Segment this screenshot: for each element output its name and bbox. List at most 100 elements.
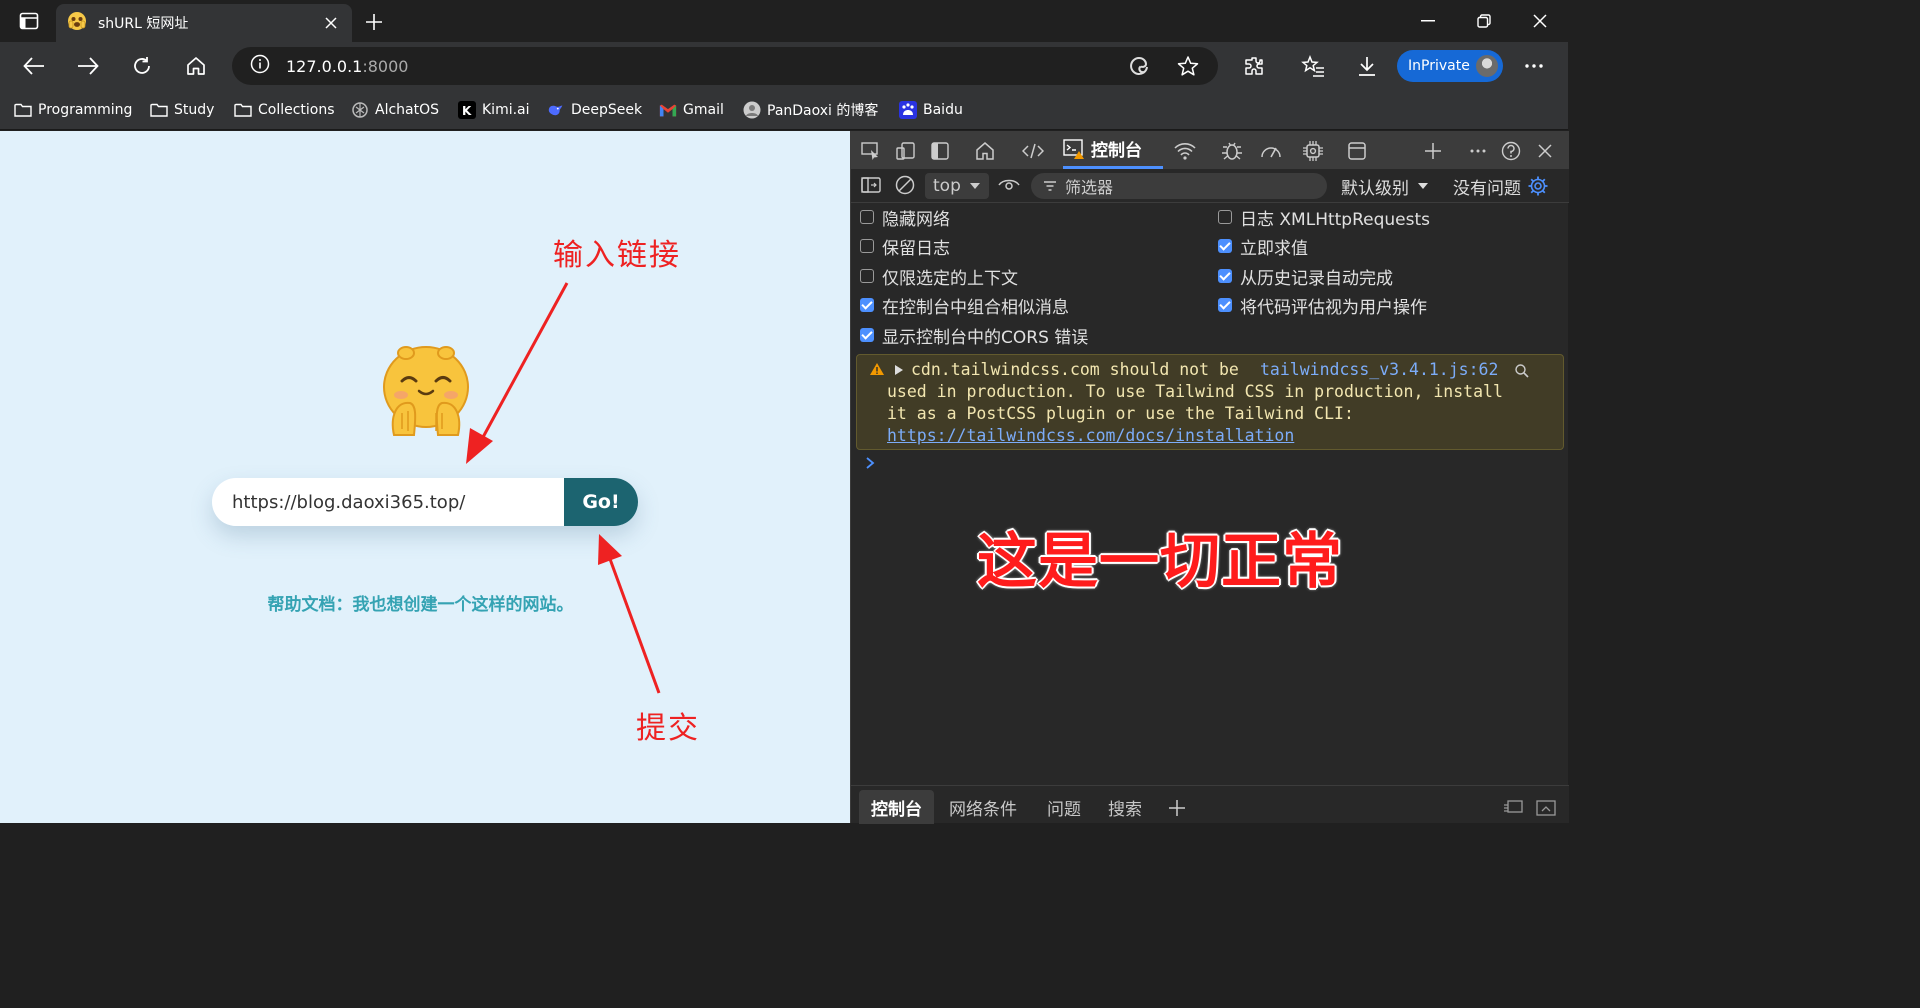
arrow-to-go [608,558,661,694]
bookmark-pandaoxi-blog[interactable]: PanDaoxi 的博客 [743,98,878,122]
tab-title: shURL 短网址 [98,16,189,32]
folder-icon [150,101,168,119]
bookmark-programming[interactable]: Programming [14,98,132,122]
console-prompt-icon[interactable] [865,455,875,475]
setting-user-activation[interactable]: 将代码评估视为用户操作 [1218,292,1427,318]
live-expression-eye-icon[interactable] [997,173,1021,197]
setting-selected-context-only[interactable]: 仅限选定的上下文 [860,263,1018,289]
drawer-tab-console[interactable]: 控制台 [859,790,934,824]
openai-icon [351,101,369,119]
network-icon[interactable] [1173,139,1197,163]
checkbox[interactable] [1218,298,1232,312]
drawer-dock-icon[interactable] [1501,796,1525,820]
drawer-expand-icon[interactable] [1534,796,1558,820]
folder-icon [14,101,32,119]
favorites-icon[interactable] [1295,48,1331,84]
annotation-arrows [466,282,661,694]
magnifier-icon[interactable] [1515,363,1529,382]
help-icon[interactable] [1499,139,1523,163]
setting-log-xhr[interactable]: 日志 XMLHttpRequests [1218,204,1430,230]
favorite-star-icon[interactable] [1170,48,1206,84]
checkbox[interactable] [1218,269,1232,283]
forward-icon[interactable] [70,48,106,84]
setting-group-similar[interactable]: 在控制台中组合相似消息 [860,292,1069,318]
setting-eager-eval[interactable]: 立即求值 [1218,233,1308,259]
refresh-icon[interactable] [124,48,160,84]
context-select[interactable]: top [925,173,989,199]
minimize-icon[interactable] [1400,0,1456,42]
drawer-tab-network-conditions[interactable]: 网络条件 [949,790,1017,824]
arrow-to-go-head [598,534,622,565]
chevron-down-icon [1418,183,1428,189]
checkbox[interactable] [860,328,874,342]
console-settings-gear-icon[interactable] [1527,175,1549,197]
extensions-icon[interactable] [1236,48,1272,84]
folder-icon [234,101,252,119]
annotation-all-normal: 这是一切正常 [977,527,1343,597]
setting-autocomplete-history[interactable]: 从历史记录自动完成 [1218,263,1393,289]
device-toolbar-icon[interactable] [894,139,918,163]
bookmarks-bar: Programming Study Collections AlchatOS K… [0,90,1568,130]
address-bar[interactable]: 127.0.0.1:8000 [232,47,1218,85]
performance-icon[interactable] [1259,139,1283,163]
deepseek-icon [547,101,565,119]
bookmark-kimi[interactable]: K Kimi.ai [458,98,530,122]
devtools-more-icon[interactable] [1466,139,1490,163]
clear-console-icon[interactable] [893,173,917,197]
downloads-icon[interactable] [1349,48,1385,84]
more-tools-plus-icon[interactable] [1421,139,1445,163]
address-url: 127.0.0.1:8000 [286,56,409,76]
gmail-icon [659,101,677,119]
drawer-add-tab-icon[interactable] [1165,796,1189,820]
filter-icon [1044,181,1056,191]
site-info-icon[interactable] [250,54,270,78]
setting-show-cors-errors[interactable]: 显示控制台中的CORS 错误 [860,322,1088,348]
bookmark-alchatos[interactable]: AlchatOS [351,98,439,122]
bookmark-baidu[interactable]: Baidu [899,98,963,122]
bookmark-gmail[interactable]: Gmail [659,98,724,122]
checkbox[interactable] [860,239,874,253]
log-levels-dropdown[interactable]: 默认级别 [1341,173,1429,199]
edge-copilot-icon[interactable] [1121,48,1157,84]
setting-preserve-log[interactable]: 保留日志 [860,233,950,259]
new-tab-icon[interactable] [360,8,388,36]
tab-close-icon[interactable] [320,12,342,34]
checkbox[interactable] [860,269,874,283]
debugger-bug-icon[interactable] [1220,139,1244,163]
tailwind-docs-link[interactable]: https://tailwindcss.com/docs/installatio… [887,426,1294,445]
tab-console[interactable]: 控制台 [1063,131,1163,169]
checkbox[interactable] [860,210,874,224]
welcome-home-icon[interactable] [973,139,997,163]
memory-icon[interactable] [1301,139,1325,163]
console-warning-message: cdn.tailwindcss.com should not be used in… [856,354,1564,450]
checkbox[interactable] [860,298,874,312]
browser-tab-active[interactable]: shURL 短网址 [56,4,352,42]
elements-tab-icon[interactable] [1021,139,1045,163]
drawer-tab-issues[interactable]: 问题 [1047,790,1081,824]
close-devtools-icon[interactable] [1533,139,1557,163]
setting-hide-network[interactable]: 隐藏网络 [860,204,950,230]
profile-avatar [1474,53,1500,79]
back-icon[interactable] [16,48,52,84]
devtools-panel: 控制台 top 筛选器 默认级别 没有问题 隐藏网络 保留日志 仅限选定的上下文… [850,131,1569,824]
checkbox[interactable] [1218,239,1232,253]
issues-counter[interactable]: 没有问题 [1453,173,1549,199]
bookmark-collections[interactable]: Collections [234,98,335,122]
checkbox[interactable] [1218,210,1232,224]
warning-source-link[interactable]: tailwindcss_v3.4.1.js:62 [1260,359,1498,381]
tab-strip: shURL 短网址 [0,0,1568,42]
drawer-tab-search[interactable]: 搜索 [1108,790,1142,824]
console-filter-input[interactable]: 筛选器 [1031,173,1327,199]
sidebar-toggle-icon[interactable] [859,173,883,197]
restore-icon[interactable] [1456,0,1512,42]
more-menu-icon[interactable] [1516,48,1552,84]
tab-actions-icon[interactable] [10,6,48,36]
close-window-icon[interactable] [1512,0,1568,42]
dock-side-icon[interactable] [928,139,952,163]
home-icon[interactable] [178,48,214,84]
bookmark-deepseek[interactable]: DeepSeek [547,98,642,122]
application-icon[interactable] [1345,139,1369,163]
inspect-element-icon[interactable] [859,139,883,163]
bookmark-study[interactable]: Study [150,98,214,122]
inprivate-badge[interactable]: InPrivate [1397,50,1503,82]
